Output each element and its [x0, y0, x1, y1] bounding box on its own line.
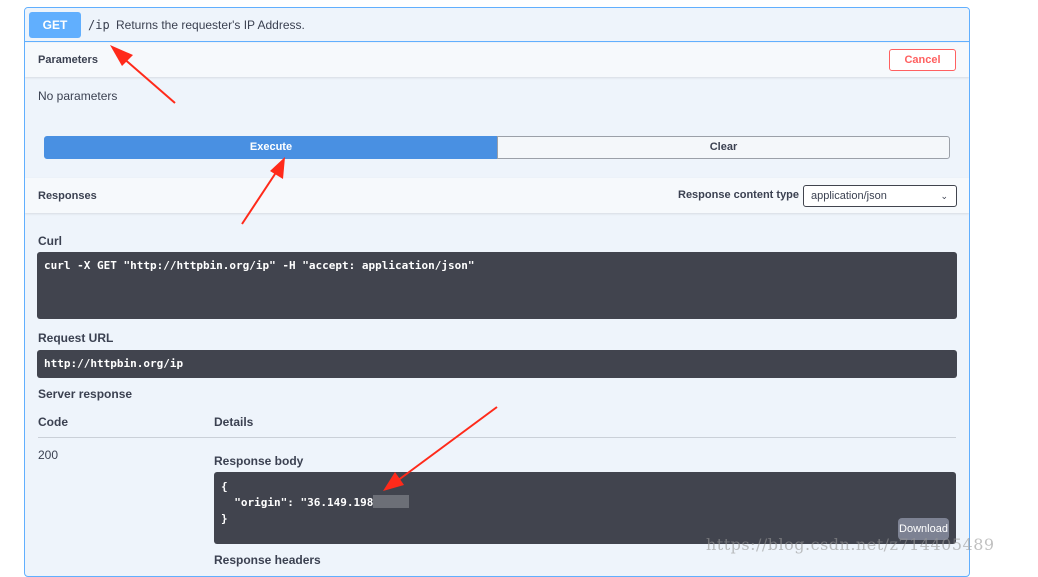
- get-ip-operation-block: GET /ip Returns the requester's IP Addre…: [24, 7, 970, 577]
- cancel-button[interactable]: Cancel: [889, 49, 956, 71]
- watermark: https://blog.csdn.net/z714405489: [706, 535, 995, 554]
- execute-button[interactable]: Execute: [44, 136, 498, 159]
- chevron-down-icon: ⌄: [940, 191, 948, 201]
- no-parameters-text: No parameters: [38, 89, 118, 103]
- redacted-ip: [373, 495, 410, 508]
- curl-command: curl -X GET "http://httpbin.org/ip" -H "…: [37, 252, 957, 319]
- parameters-title: Parameters: [38, 54, 98, 66]
- response-content-type-value: application/json: [811, 190, 887, 202]
- parameters-header: Parameters Cancel: [25, 43, 969, 77]
- responses-title: Responses: [38, 190, 97, 202]
- table-divider: [38, 437, 956, 438]
- code-column-header: Code: [38, 415, 68, 429]
- server-response-title: Server response: [38, 387, 133, 401]
- execute-wrapper: Execute Clear: [44, 136, 950, 159]
- operation-path: /ip: [88, 18, 110, 32]
- response-body-origin: "origin": "36.149.198: [221, 496, 374, 509]
- response-content-type-select[interactable]: application/json ⌄: [803, 185, 957, 207]
- request-url-value: http://httpbin.org/ip: [37, 350, 957, 378]
- operation-summary[interactable]: GET /ip Returns the requester's IP Addre…: [25, 8, 969, 42]
- response-status-code: 200: [38, 448, 59, 462]
- operation-description: Returns the requester's IP Address.: [116, 18, 305, 32]
- response-body-close: }: [221, 512, 228, 525]
- response-body-open: {: [221, 480, 228, 493]
- details-column-header: Details: [214, 415, 254, 429]
- response-content-type-label: Response content type: [678, 189, 800, 201]
- method-badge: GET: [29, 12, 81, 38]
- clear-button[interactable]: Clear: [497, 136, 950, 159]
- request-url-label: Request URL: [38, 331, 114, 345]
- responses-header: Responses Response content type applicat…: [25, 178, 969, 213]
- response-body-label: Response body: [214, 454, 304, 468]
- response-body: { "origin": "36.149.198 }: [214, 472, 956, 544]
- curl-label: Curl: [38, 234, 62, 248]
